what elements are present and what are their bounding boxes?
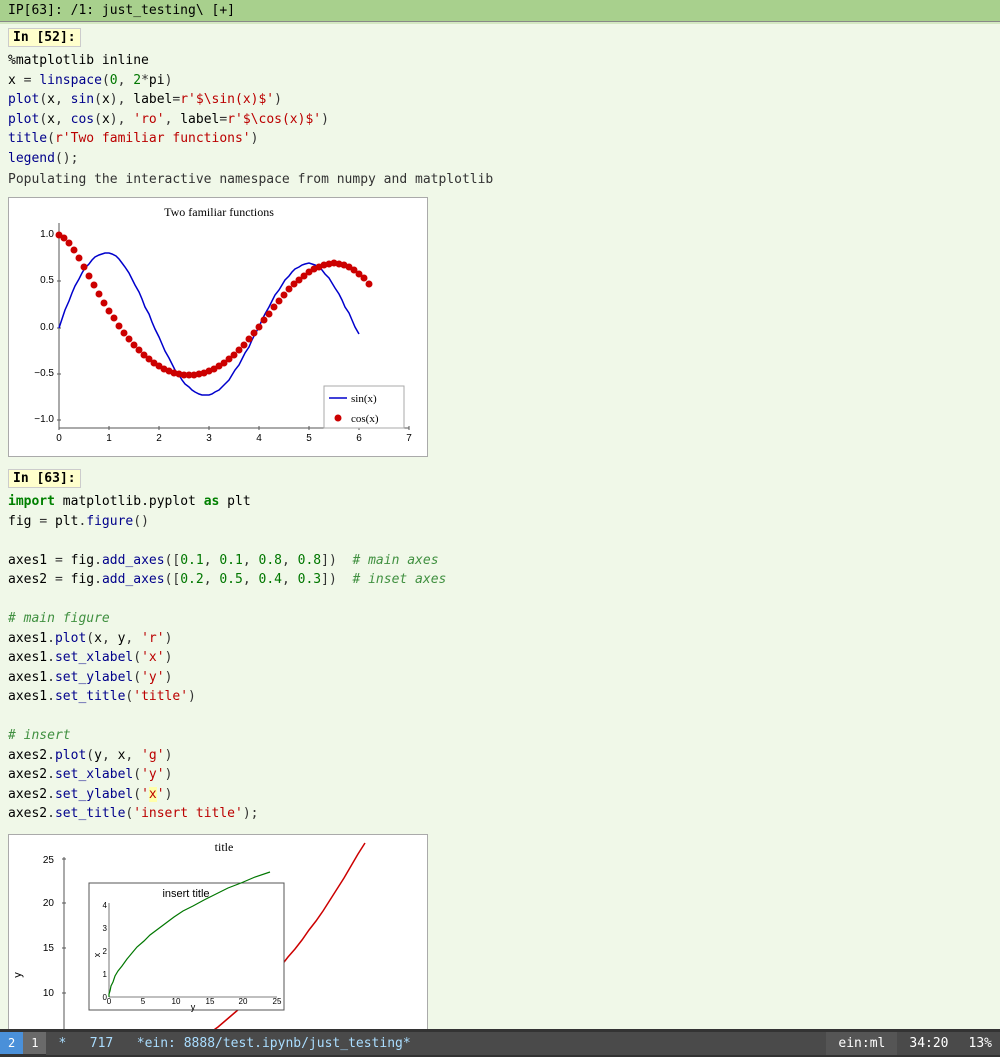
status-notebook: * 717 *ein: 8888/test.ipynb/just_testing… xyxy=(46,1032,826,1055)
chart2-container: title y x 0 5 10 15 20 25 0 1 xyxy=(8,834,992,1030)
cell-63-label[interactable]: In [63]: xyxy=(8,469,81,488)
status-num-1: 1 xyxy=(23,1032,46,1054)
legend-cos-text: cos(x) xyxy=(351,413,379,425)
title-text: IP[63]: /1: just_testing\ [+] xyxy=(8,3,235,18)
inset-xlabel: y xyxy=(191,1002,196,1012)
xtick-4: 4 xyxy=(256,433,262,444)
inset-xtick-15: 15 xyxy=(206,997,215,1006)
code-line: axes1.set_xlabel('x') xyxy=(8,648,992,668)
ytick-10: 1.0 xyxy=(40,229,54,240)
xtick-7: 7 xyxy=(406,433,412,444)
legend-cos-dot xyxy=(335,415,342,422)
xtick-6: 6 xyxy=(356,433,362,444)
inset-xtick-10: 10 xyxy=(172,997,181,1006)
inset-xtick-25: 25 xyxy=(273,997,282,1006)
legend-sin-text: sin(x) xyxy=(351,393,377,405)
status-pct: 13% xyxy=(961,1032,1000,1055)
cell-52-code: %matplotlib inline x = linspace(0, 2*pi)… xyxy=(8,49,992,170)
xtick-1: 1 xyxy=(106,433,112,444)
ytick-05: 0.5 xyxy=(40,275,54,286)
code-line: axes1.set_title('title') xyxy=(8,687,992,707)
code-line: axes2.plot(y, x, 'g') xyxy=(8,746,992,766)
ytick2-10: 10 xyxy=(43,988,55,999)
inset-ytick-1: 1 xyxy=(103,970,108,979)
code-line: axes1.set_ylabel('y') xyxy=(8,668,992,688)
inset-ytick-2: 2 xyxy=(103,947,108,956)
xtick-2: 2 xyxy=(156,433,162,444)
code-line: axes2 = fig.add_axes([0.2, 0.5, 0.4, 0.3… xyxy=(8,570,992,590)
inset-xtick-0: 0 xyxy=(107,997,112,1006)
status-bar: 2 1 * 717 *ein: 8888/test.ipynb/just_tes… xyxy=(0,1029,1000,1057)
inset-xtick-20: 20 xyxy=(239,997,248,1006)
xtick-0: 0 xyxy=(56,433,62,444)
status-mode: ein:ml xyxy=(826,1032,897,1055)
inset-ytick-4: 4 xyxy=(103,901,108,910)
code-line: axes2.set_xlabel('y') xyxy=(8,765,992,785)
inset-xtick-5: 5 xyxy=(141,997,146,1006)
status-indicator: * xyxy=(58,1036,66,1051)
code-line xyxy=(8,590,992,610)
code-line: axes1.plot(x, y, 'r') xyxy=(8,629,992,649)
chart1-container: Two familiar functions 1.0 0.5 0.0 −0.5 … xyxy=(8,197,992,461)
ytick-00: 0.0 xyxy=(40,322,54,333)
code-line: axes2.set_title('insert title'); xyxy=(8,804,992,824)
code-line: x = linspace(0, 2*pi) xyxy=(8,71,992,91)
xtick-3: 3 xyxy=(206,433,212,444)
code-line: legend(); xyxy=(8,149,992,169)
status-cursor: 34:20 xyxy=(897,1032,960,1055)
code-line: # insert xyxy=(8,726,992,746)
ytick2-25: 25 xyxy=(43,855,55,866)
code-line xyxy=(8,707,992,727)
code-line: # main figure xyxy=(8,609,992,629)
code-line: fig = plt.figure() xyxy=(8,512,992,532)
code-line: axes1 = fig.add_axes([0.1, 0.1, 0.8, 0.8… xyxy=(8,551,992,571)
code-line: import matplotlib.pyplot as plt xyxy=(8,492,992,512)
chart1-title: Two familiar functions xyxy=(164,205,274,219)
status-num-2: 2 xyxy=(0,1032,23,1054)
status-notebook-name: *ein: 8888/test.ipynb/just_testing* xyxy=(137,1036,411,1051)
chart2-title: title xyxy=(215,840,234,854)
notebook: In [52]: %matplotlib inline x = linspace… xyxy=(0,24,1000,1029)
cell-52-output: Populating the interactive namespace fro… xyxy=(8,170,992,189)
chart2-svg: title y x 0 5 10 15 20 25 0 1 xyxy=(8,834,428,1030)
cell-52-label[interactable]: In [52]: xyxy=(8,28,81,47)
code-line: axes2.set_ylabel('x') xyxy=(8,785,992,805)
status-cell-num: 717 xyxy=(90,1036,113,1051)
title-bar: IP[63]: /1: just_testing\ [+] xyxy=(0,0,1000,22)
inset-title: insert title xyxy=(162,888,209,900)
ytick-n10: −1.0 xyxy=(34,414,54,425)
chart2-ylabel: y xyxy=(12,971,24,977)
ytick2-15: 15 xyxy=(43,943,55,954)
code-line: %matplotlib inline xyxy=(8,51,992,71)
xtick-5: 5 xyxy=(306,433,312,444)
inset-ytick-3: 3 xyxy=(103,924,108,933)
inset-ylabel: x xyxy=(92,952,102,957)
code-line: title(r'Two familiar functions') xyxy=(8,129,992,149)
chart1-svg: Two familiar functions 1.0 0.5 0.0 −0.5 … xyxy=(8,197,428,457)
ytick-n05: −0.5 xyxy=(34,368,54,379)
code-line: plot(x, sin(x), label=r'$\sin(x)$') xyxy=(8,90,992,110)
inset-box xyxy=(89,883,284,1010)
cell-63: In [63]: import matplotlib.pyplot as plt… xyxy=(0,465,1000,830)
ytick2-20: 20 xyxy=(43,898,55,909)
code-line: plot(x, cos(x), 'ro', label=r'$\cos(x)$'… xyxy=(8,110,992,130)
cell-52: In [52]: %matplotlib inline x = linspace… xyxy=(0,24,1000,193)
cell-63-code: import matplotlib.pyplot as plt fig = pl… xyxy=(8,490,992,826)
code-line xyxy=(8,531,992,551)
